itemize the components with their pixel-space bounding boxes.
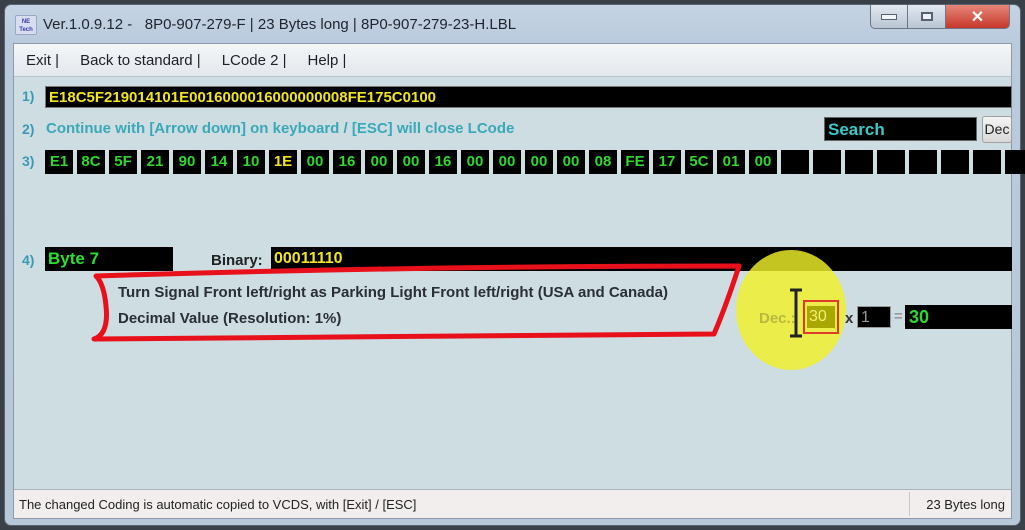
result-field: 30 bbox=[905, 305, 1012, 329]
byte-cell-selected[interactable]: 1E bbox=[269, 150, 297, 174]
byte-cell[interactable]: 21 bbox=[141, 150, 169, 174]
byte-cell[interactable]: 00 bbox=[365, 150, 393, 174]
byte-description: Turn Signal Front left/right as Parking … bbox=[118, 284, 668, 301]
maximize-button[interactable] bbox=[908, 5, 946, 29]
close-icon: ✕ bbox=[970, 8, 985, 26]
factor-input[interactable]: 1 bbox=[857, 306, 891, 328]
menu-help[interactable]: Help | bbox=[296, 52, 356, 69]
byte-cell[interactable] bbox=[941, 150, 969, 174]
byte-cell[interactable]: 00 bbox=[301, 150, 329, 174]
menu-exit[interactable]: Exit | bbox=[14, 52, 68, 69]
search-input[interactable]: Search bbox=[824, 117, 977, 141]
lcode-window: NE Tech Ver.1.0.9.12 - 8P0-907-279-F | 2… bbox=[4, 4, 1025, 526]
byte-cell[interactable]: 8C bbox=[77, 150, 105, 174]
red-annotation bbox=[91, 263, 742, 342]
status-byte-count: 23 Bytes long bbox=[926, 497, 1005, 512]
menu-bar: Exit | Back to standard | LCode 2 | Help… bbox=[14, 44, 1011, 77]
multiply-label: x bbox=[845, 310, 854, 327]
byte-cell[interactable] bbox=[1005, 150, 1025, 174]
byte-cell[interactable] bbox=[845, 150, 873, 174]
hint-text: Continue with [Arrow down] on keyboard /… bbox=[46, 120, 515, 137]
binary-label: Binary: bbox=[211, 252, 263, 269]
window-controls: ✕ bbox=[870, 5, 1010, 31]
byte-cell[interactable]: 16 bbox=[429, 150, 457, 174]
status-bar: The changed Coding is automatic copied t… bbox=[14, 489, 1011, 518]
byte-cell[interactable]: FE bbox=[621, 150, 649, 174]
dec-input-highlight bbox=[803, 300, 839, 334]
row-2-label: 2) bbox=[22, 121, 35, 137]
byte-cell[interactable]: 00 bbox=[557, 150, 585, 174]
window-title: Ver.1.0.9.12 - 8P0-907-279-F | 23 Bytes … bbox=[43, 16, 517, 33]
menu-lcode-2[interactable]: LCode 2 | bbox=[210, 52, 296, 69]
maximize-icon bbox=[920, 12, 933, 21]
byte-cells-row: E1 8C 5F 21 90 14 10 1E 00 16 00 00 16 00 00 00 00 08 FE 17… bbox=[45, 150, 1025, 174]
byte-cell[interactable]: 00 bbox=[397, 150, 425, 174]
status-divider bbox=[909, 492, 910, 516]
close-button[interactable]: ✕ bbox=[946, 5, 1010, 29]
status-message: The changed Coding is automatic copied t… bbox=[19, 497, 417, 512]
coding-field[interactable]: E18C5F219014101E0016000016000000008FE175… bbox=[45, 86, 1012, 108]
byte-cell[interactable] bbox=[813, 150, 841, 174]
minimize-button[interactable] bbox=[870, 5, 908, 29]
byte-cell[interactable]: 01 bbox=[717, 150, 745, 174]
byte-cell[interactable]: 08 bbox=[589, 150, 617, 174]
byte-cell[interactable] bbox=[781, 150, 809, 174]
row-4-label: 4) bbox=[22, 252, 35, 268]
byte-cell[interactable]: 5F bbox=[109, 150, 137, 174]
client-area: Exit | Back to standard | LCode 2 | Help… bbox=[13, 43, 1025, 519]
byte-cell[interactable]: 16 bbox=[333, 150, 361, 174]
byte-cell[interactable] bbox=[909, 150, 937, 174]
byte-cell[interactable]: 90 bbox=[173, 150, 201, 174]
menu-back-to-standard[interactable]: Back to standard | bbox=[68, 52, 210, 69]
row-3-label: 3) bbox=[22, 153, 35, 169]
text-cursor-icon bbox=[790, 288, 802, 338]
byte-cell[interactable] bbox=[877, 150, 905, 174]
byte-cell[interactable] bbox=[973, 150, 1001, 174]
app-logo-icon: NE Tech bbox=[15, 15, 37, 35]
byte-label-field: Byte 7 bbox=[45, 247, 173, 271]
dec-button[interactable]: Dec bbox=[982, 116, 1012, 143]
byte-cell[interactable]: 00 bbox=[749, 150, 777, 174]
binary-field[interactable]: 00011110 bbox=[271, 247, 1012, 271]
equals-label: = bbox=[894, 308, 903, 325]
byte-cell[interactable]: 00 bbox=[461, 150, 489, 174]
title-bar[interactable]: NE Tech Ver.1.0.9.12 - 8P0-907-279-F | 2… bbox=[5, 5, 1020, 43]
byte-cell[interactable]: 00 bbox=[525, 150, 553, 174]
byte-cell[interactable]: 5C bbox=[685, 150, 713, 174]
byte-cell[interactable]: 14 bbox=[205, 150, 233, 174]
value-type-label: Decimal Value (Resolution: 1%) bbox=[118, 310, 342, 327]
byte-cell[interactable]: 17 bbox=[653, 150, 681, 174]
byte-cell[interactable]: E1 bbox=[45, 150, 73, 174]
minimize-icon bbox=[881, 13, 897, 20]
annotation-outline bbox=[91, 263, 742, 342]
byte-cell[interactable]: 00 bbox=[493, 150, 521, 174]
byte-cell[interactable]: 10 bbox=[237, 150, 265, 174]
row-1-label: 1) bbox=[22, 88, 35, 104]
